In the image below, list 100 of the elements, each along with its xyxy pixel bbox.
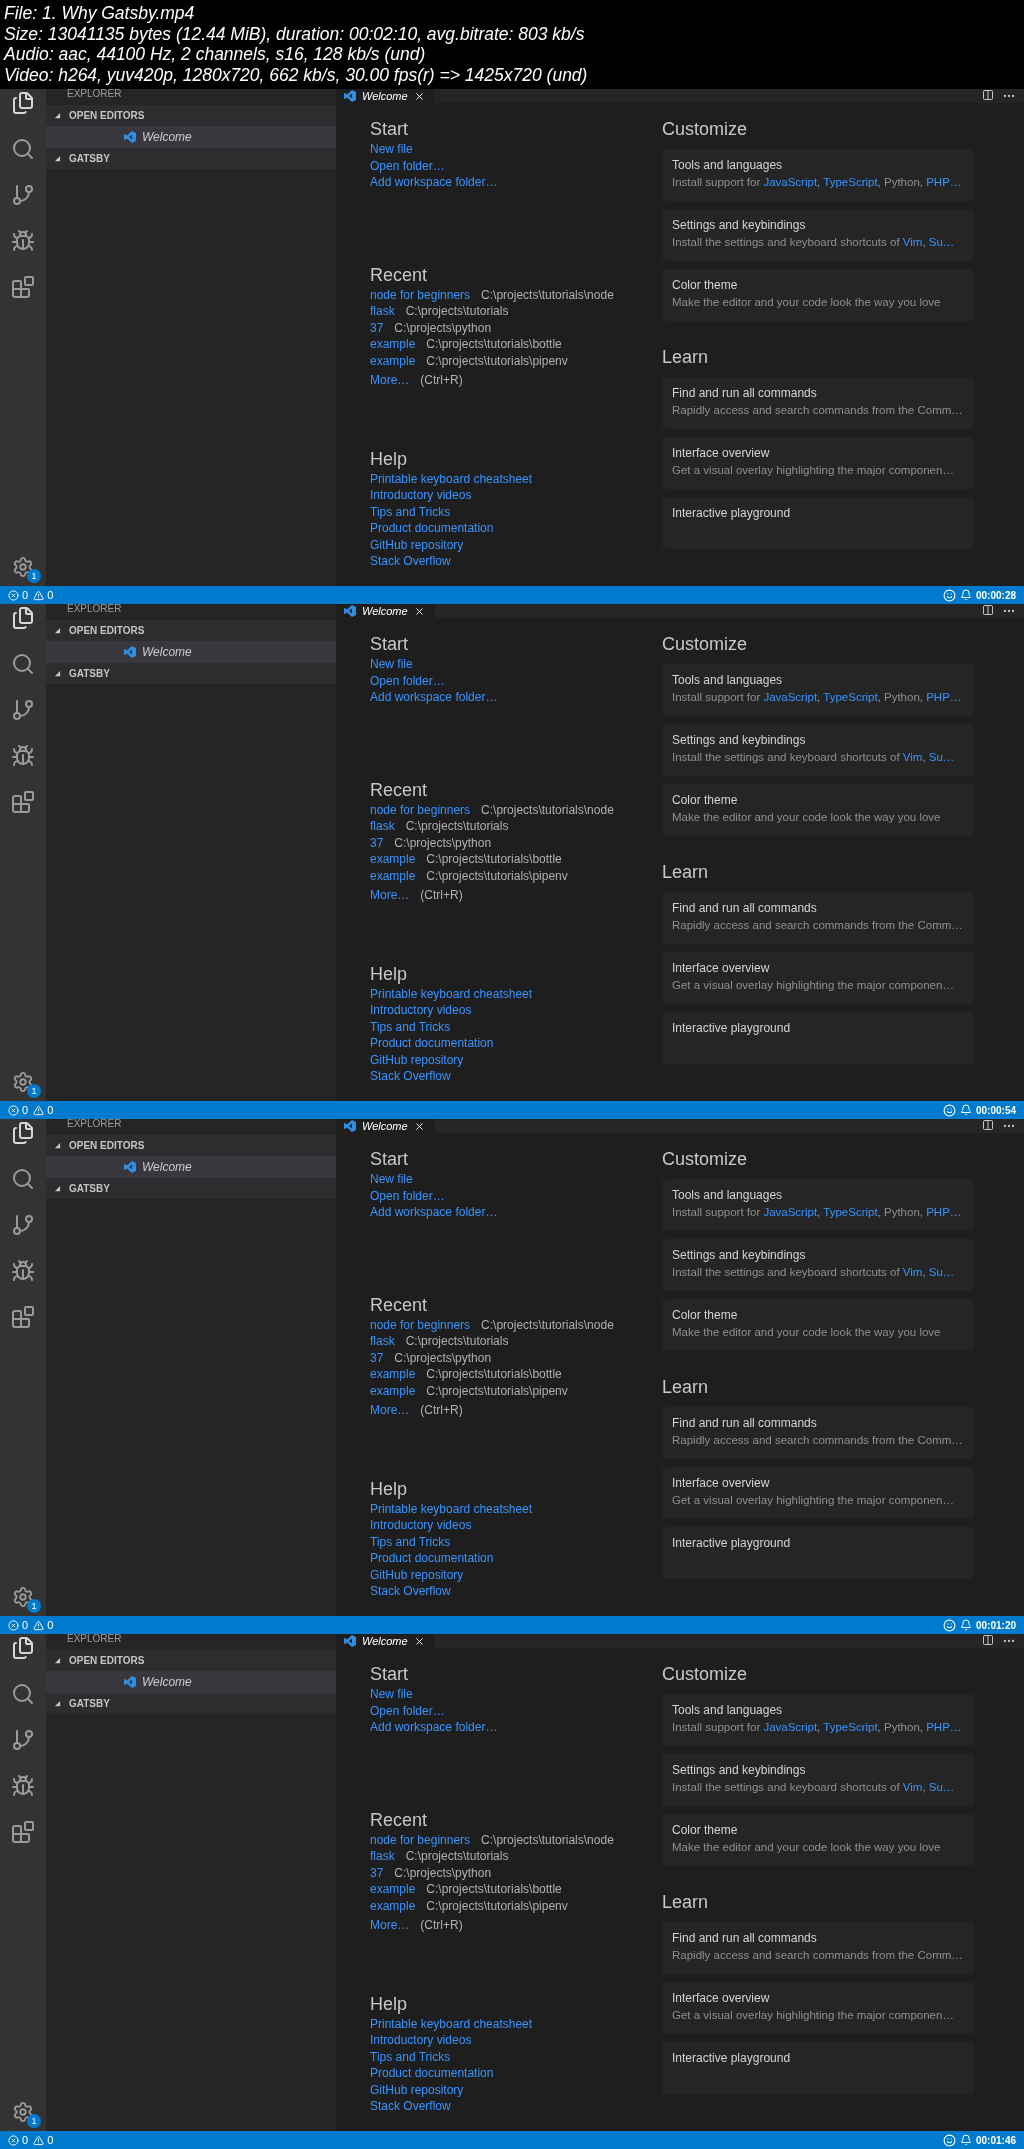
- editor-tab[interactable]: Welcome: [336, 1634, 435, 1648]
- help-link[interactable]: Tips and Tricks: [370, 2048, 451, 2065]
- help-link[interactable]: Printable keyboard cheatsheet: [370, 470, 533, 487]
- more-link[interactable]: More…: [370, 1917, 410, 1934]
- section-header[interactable]: OPEN EDITORS: [46, 105, 336, 126]
- recent-link[interactable]: example: [370, 851, 416, 868]
- close-icon[interactable]: [413, 90, 425, 102]
- smiley-icon[interactable]: [942, 1103, 956, 1117]
- recent-link[interactable]: example: [370, 336, 416, 353]
- warning-icon[interactable]: [33, 1104, 45, 1116]
- help-link[interactable]: Product documentation: [370, 2065, 494, 2082]
- card[interactable]: Settings and keybindings Install the settings and keyboard shortcuts of Vim, Su…: [662, 1754, 974, 1806]
- branch-icon[interactable]: [11, 1213, 35, 1237]
- card[interactable]: Interface overview Get a visual overlay highlighting the major componen…: [662, 952, 974, 1004]
- bell-icon[interactable]: [959, 589, 972, 601]
- help-link[interactable]: Stack Overflow: [370, 553, 451, 570]
- open-editor-item[interactable]: Welcome: [46, 1156, 336, 1178]
- search-icon[interactable]: [11, 137, 35, 161]
- caret-icon[interactable]: [54, 670, 61, 677]
- help-link[interactable]: Printable keyboard cheatsheet: [370, 985, 533, 1002]
- recent-link[interactable]: example: [370, 1382, 416, 1399]
- start-link[interactable]: Add workspace folder…: [370, 174, 498, 191]
- recent-link[interactable]: 37: [370, 1349, 384, 1366]
- bell-icon[interactable]: [959, 1104, 972, 1116]
- close-icon[interactable]: [413, 1635, 425, 1647]
- search-icon[interactable]: [11, 1167, 35, 1191]
- help-link[interactable]: Stack Overflow: [370, 1583, 451, 1600]
- settings-icon[interactable]: [12, 1586, 34, 1608]
- card[interactable]: Color theme Make the editor and your code look the way you love: [662, 1814, 974, 1866]
- editor-tab[interactable]: Welcome: [336, 604, 435, 618]
- warning-count[interactable]: 0: [47, 2131, 54, 2149]
- card[interactable]: Tools and languages Install support for JavaScript, TypeScript, Python, PHP…: [662, 664, 974, 716]
- help-link[interactable]: Tips and Tricks: [370, 1018, 451, 1035]
- smiley-icon[interactable]: [942, 1618, 956, 1632]
- help-link[interactable]: Tips and Tricks: [370, 503, 451, 520]
- extensions-icon[interactable]: [11, 1820, 35, 1844]
- settings-icon[interactable]: [12, 1071, 34, 1093]
- card[interactable]: Color theme Make the editor and your code look the way you love: [662, 784, 974, 836]
- help-link[interactable]: GitHub repository: [370, 536, 464, 553]
- warning-count[interactable]: 0: [47, 1101, 54, 1119]
- smiley-icon[interactable]: [942, 2133, 956, 2147]
- help-link[interactable]: Stack Overflow: [370, 2098, 451, 2115]
- more-link[interactable]: More…: [370, 887, 410, 904]
- card[interactable]: Find and run all commands Rapidly access and search commands from the Comm…: [662, 1407, 974, 1459]
- close-icon[interactable]: [413, 1120, 425, 1132]
- extensions-icon[interactable]: [11, 1305, 35, 1329]
- bug-icon[interactable]: [11, 744, 35, 768]
- recent-link[interactable]: node for beginners: [370, 801, 471, 818]
- extensions-icon[interactable]: [11, 275, 35, 299]
- recent-link[interactable]: node for beginners: [370, 286, 471, 303]
- help-link[interactable]: GitHub repository: [370, 1566, 464, 1583]
- search-icon[interactable]: [11, 1682, 35, 1706]
- section-header[interactable]: GATSBY: [46, 1693, 336, 1714]
- recent-link[interactable]: flask: [370, 1333, 395, 1350]
- open-editor-item[interactable]: Welcome: [46, 641, 336, 663]
- card[interactable]: Settings and keybindings Install the settings and keyboard shortcuts of Vim, Su…: [662, 209, 974, 261]
- recent-link[interactable]: example: [370, 1881, 416, 1898]
- files-icon[interactable]: [11, 606, 35, 630]
- warning-icon[interactable]: [33, 589, 45, 601]
- branch-icon[interactable]: [11, 183, 35, 207]
- help-link[interactable]: Printable keyboard cheatsheet: [370, 1500, 533, 1517]
- start-link[interactable]: New file: [370, 656, 413, 673]
- section-header[interactable]: GATSBY: [46, 663, 336, 684]
- recent-link[interactable]: 37: [370, 834, 384, 851]
- bell-icon[interactable]: [959, 1619, 972, 1631]
- section-header[interactable]: GATSBY: [46, 1178, 336, 1199]
- split-editor-icon[interactable]: [982, 1119, 994, 1131]
- settings-icon[interactable]: [12, 2101, 34, 2123]
- error-count[interactable]: 0: [22, 1616, 29, 1634]
- error-count[interactable]: 0: [22, 586, 29, 604]
- error-count[interactable]: 0: [22, 1101, 29, 1119]
- start-link[interactable]: New file: [370, 141, 413, 158]
- help-link[interactable]: Introductory videos: [370, 1517, 472, 1534]
- help-link[interactable]: GitHub repository: [370, 1051, 464, 1068]
- search-icon[interactable]: [11, 652, 35, 676]
- more-link[interactable]: More…: [370, 372, 410, 389]
- editor-tab[interactable]: Welcome: [336, 1119, 435, 1133]
- recent-link[interactable]: example: [370, 1366, 416, 1383]
- start-link[interactable]: Add workspace folder…: [370, 1204, 498, 1221]
- caret-icon[interactable]: [54, 1185, 61, 1192]
- recent-link[interactable]: 37: [370, 1864, 384, 1881]
- help-link[interactable]: Stack Overflow: [370, 1068, 451, 1085]
- card[interactable]: Interface overview Get a visual overlay highlighting the major componen…: [662, 437, 974, 489]
- bug-icon[interactable]: [11, 1259, 35, 1283]
- recent-link[interactable]: 37: [370, 319, 384, 336]
- recent-link[interactable]: flask: [370, 1848, 395, 1865]
- warning-icon[interactable]: [33, 2134, 45, 2146]
- start-link[interactable]: Add workspace folder…: [370, 689, 498, 706]
- editor-tab[interactable]: Welcome: [336, 89, 435, 103]
- card[interactable]: Find and run all commands Rapidly access and search commands from the Comm…: [662, 377, 974, 429]
- help-link[interactable]: Introductory videos: [370, 1002, 472, 1019]
- caret-icon[interactable]: [54, 627, 61, 634]
- files-icon[interactable]: [11, 1636, 35, 1660]
- card[interactable]: Find and run all commands Rapidly access and search commands from the Comm…: [662, 892, 974, 944]
- more-link[interactable]: More…: [370, 1402, 410, 1419]
- warning-icon[interactable]: [33, 1619, 45, 1631]
- recent-link[interactable]: example: [370, 352, 416, 369]
- start-link[interactable]: Open folder…: [370, 1187, 445, 1204]
- recent-link[interactable]: flask: [370, 303, 395, 320]
- open-editor-item[interactable]: Welcome: [46, 1671, 336, 1693]
